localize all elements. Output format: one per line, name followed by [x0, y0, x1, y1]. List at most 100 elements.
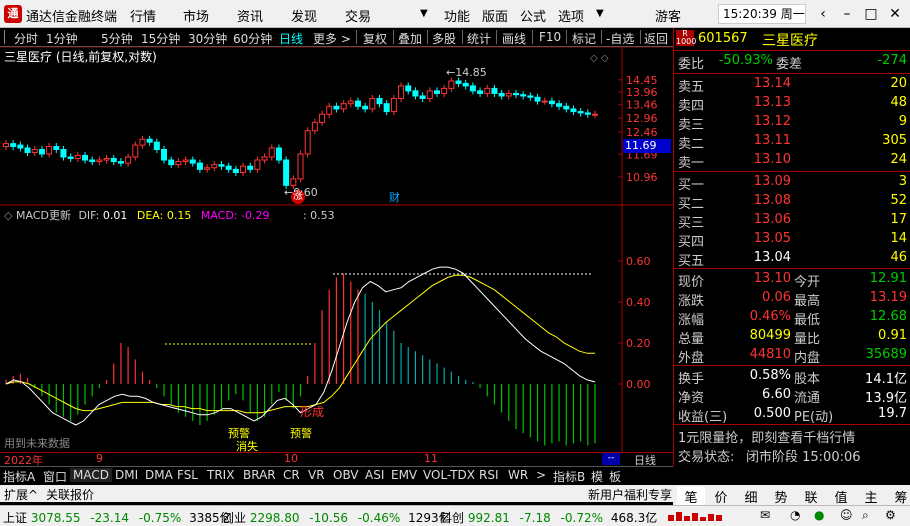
tab-dmi[interactable]: DMI	[112, 468, 141, 482]
tab-obv[interactable]: OBV	[330, 468, 362, 482]
tab-macd[interactable]: MACD	[70, 468, 112, 482]
period-tab[interactable]: 60分钟	[233, 30, 272, 47]
ask-price[interactable]: 13.10	[754, 152, 791, 167]
tab-indicator-b[interactable]: 指标B	[550, 468, 588, 485]
menu-function[interactable]: 功能	[444, 6, 470, 25]
tool-button[interactable]: 叠加	[398, 30, 422, 47]
tab-fsl[interactable]: FSL	[174, 468, 201, 482]
quote-tab-7[interactable]: 筹	[887, 487, 910, 506]
quote-tab-1[interactable]: 价	[707, 487, 735, 506]
ask-volume: 48	[890, 95, 907, 110]
tab-wr[interactable]: WR	[505, 468, 531, 482]
tab-template-1[interactable]: 模	[588, 468, 606, 485]
user-icon[interactable]: ☺	[840, 508, 853, 522]
tab-dma[interactable]: DMA	[142, 468, 176, 482]
menu-discover[interactable]: 发现	[291, 6, 317, 25]
wifi-icon[interactable]: ◔	[790, 508, 800, 522]
tab-cr[interactable]: CR	[280, 468, 303, 482]
market-indicator-icon[interactable]	[668, 509, 728, 523]
minimize-icon[interactable]: –	[836, 4, 858, 24]
menu-quotes[interactable]: 行情	[130, 6, 156, 25]
tab-emv[interactable]: EMV	[388, 468, 420, 482]
menu-trade[interactable]: 交易	[345, 6, 371, 25]
tab-brar[interactable]: BRAR	[240, 468, 279, 482]
menu-arrow-icon[interactable]: ▼	[420, 8, 428, 19]
tab-rsi[interactable]: RSI	[476, 468, 502, 482]
tab-template-2[interactable]: 板	[606, 468, 624, 485]
candle-body	[592, 113, 598, 116]
tool-button[interactable]: -自选	[606, 30, 634, 47]
period-more[interactable]: 更多 >	[313, 30, 351, 47]
back-icon[interactable]: ‹	[812, 4, 834, 24]
stat-value: 0.46%	[749, 309, 791, 324]
tool-button[interactable]: 返回	[644, 30, 668, 47]
tool-button[interactable]: 复权	[363, 30, 387, 47]
quote-tab-3[interactable]: 势	[767, 487, 795, 506]
menu-news[interactable]: 资讯	[237, 6, 263, 25]
stat-row: 涨跌 0.06 最高 13.19	[674, 289, 910, 309]
tab-indicator-a[interactable]: 指标A	[0, 468, 38, 485]
period-tab-daily[interactable]: 日线	[279, 30, 303, 47]
candle-body	[38, 148, 45, 155]
menu-market[interactable]: 市场	[183, 6, 209, 25]
up-marker-icon[interactable]: 涨	[291, 190, 305, 204]
tool-button[interactable]: 多股	[432, 30, 456, 47]
tab-more-arrow[interactable]: >	[533, 468, 549, 482]
tab-window[interactable]: 窗口	[40, 468, 70, 485]
promo-text[interactable]: 1元限量抢，即刻查看千档行情	[678, 427, 855, 446]
ask-price[interactable]: 13.14	[754, 76, 791, 91]
period-tab[interactable]: 15分钟	[141, 30, 180, 47]
chart-area[interactable]: 三星医疗 (日线,前复权,对数) ◇ ◇ 14.45 13.96 13.46 12.9…	[0, 47, 673, 453]
index-sh[interactable]: 上证 3078.55 -23.14 -0.75% 3385亿	[3, 509, 232, 526]
menu-layout[interactable]: 版面	[482, 6, 508, 25]
ask-price[interactable]: 13.11	[754, 133, 791, 148]
user-label[interactable]: 游客	[655, 6, 681, 25]
ask-price[interactable]: 13.13	[754, 95, 791, 110]
menu-arrow-icon[interactable]: ▼	[596, 8, 604, 19]
tab-vr[interactable]: VR	[305, 468, 328, 482]
menu-formula[interactable]: 公式	[520, 6, 546, 25]
indicator-toggle-icon[interactable]: ◇	[4, 209, 12, 222]
finance-marker-icon[interactable]: 财	[389, 189, 400, 205]
bid-price[interactable]: 13.05	[754, 231, 791, 246]
index-cy[interactable]: 创业 2298.80 -10.56 -0.46% 1293亿	[222, 509, 451, 526]
menu-options[interactable]: 选项	[558, 6, 584, 25]
quote-tab-4[interactable]: 联	[797, 487, 825, 506]
tool-button[interactable]: 标记	[572, 30, 596, 47]
ask-price[interactable]: 13.12	[754, 114, 791, 129]
macd-name[interactable]: MACD更新	[16, 209, 71, 222]
tab-asi[interactable]: ASI	[362, 468, 387, 482]
tab-vol-tdx[interactable]: VOL-TDX	[420, 468, 478, 482]
notification-icon[interactable]: ✉	[760, 508, 770, 522]
promo-link[interactable]: 新用户福利专享	[588, 486, 672, 503]
connection-icon[interactable]: ●	[814, 508, 824, 522]
search-icon[interactable]: ⌕	[862, 508, 869, 523]
tab-trix[interactable]: TRIX	[204, 468, 237, 482]
tool-button[interactable]: F10	[539, 30, 561, 44]
quote-tab-5[interactable]: 值	[827, 487, 855, 506]
tool-button[interactable]: 统计	[467, 30, 491, 47]
chart-svg[interactable]: 三星医疗 (日线,前复权,对数) ◇ ◇ 14.4513.9613.4612.9…	[0, 47, 673, 452]
period-tab[interactable]: 分时	[14, 30, 38, 47]
close-icon[interactable]: ✕	[884, 4, 906, 24]
expand-button[interactable]: 扩展^	[4, 486, 38, 503]
quote-tab-2[interactable]: 细	[737, 487, 765, 506]
period-tab[interactable]: 1分钟	[46, 30, 78, 47]
period-toolbar: 分时 1分钟 5分钟 15分钟 30分钟 60分钟 日线 更多 > 复权 叠加 …	[0, 28, 673, 47]
period-tab[interactable]: 30分钟	[188, 30, 227, 47]
quote-tab-0[interactable]: 笔	[677, 487, 705, 506]
tool-button[interactable]: 画线	[502, 30, 526, 47]
bid-price[interactable]: 13.06	[754, 212, 791, 227]
maximize-icon[interactable]: □	[860, 4, 882, 24]
quote-tab-6[interactable]: 主	[857, 487, 885, 506]
bid-price[interactable]: 13.08	[754, 193, 791, 208]
bid-price[interactable]: 13.04	[754, 250, 791, 265]
period-tab[interactable]: 5分钟	[101, 30, 133, 47]
expand-icon[interactable]: ◇ ◇	[590, 53, 609, 64]
candle-body	[354, 100, 361, 107]
bid-price[interactable]: 13.09	[754, 174, 791, 189]
settings-icon[interactable]: ⚙	[885, 508, 896, 522]
scroll-button[interactable]: --	[602, 453, 620, 465]
related-quotes-button[interactable]: 关联报价	[46, 486, 94, 503]
index-kc[interactable]: 科创 992.81 -7.18 -0.72% 468.3亿	[440, 509, 657, 526]
